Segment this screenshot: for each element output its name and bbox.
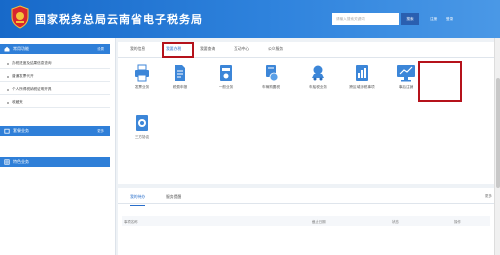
tab-my-todo[interactable]: 我的待办	[130, 194, 146, 206]
sidebar-settings-link[interactable]: 设置	[97, 44, 104, 54]
home-icon	[4, 46, 10, 52]
tile-tax-declaration[interactable]: 税费申报	[160, 64, 200, 98]
top-header: 国家税务总局云南省电子税务局 请输入搜索关键词 搜索 注册 登录	[0, 0, 500, 38]
sidebar-section-label: 特色业务	[13, 159, 29, 164]
more-link[interactable]: 更多	[485, 194, 492, 199]
tile-label: 发票业务	[134, 85, 150, 89]
tab-highlight-box	[162, 42, 194, 58]
page-scrollbar[interactable]	[494, 38, 500, 255]
login-link[interactable]: 登录	[446, 17, 453, 22]
column-header-item: 事项名称	[124, 220, 138, 224]
sidebar-item-tax-certificate[interactable]: 个人所得税纳税证明开具	[0, 83, 110, 95]
tax-emblem-icon	[11, 5, 29, 29]
tab-service-reminder[interactable]: 服务提醒	[166, 194, 181, 200]
tile-label: 跨区域涉税事项	[349, 85, 375, 89]
agreement-icon	[136, 115, 148, 131]
tile-label: 三方协议	[134, 135, 150, 139]
todo-table-header: 事项名称 截止日期 状态 操作	[122, 216, 490, 226]
grid-icon	[4, 159, 10, 165]
todo-panel: 我的待办 服务提醒 更多 事项名称 截止日期 状态 操作	[118, 188, 494, 255]
car-doc-icon	[266, 65, 279, 82]
tile-cross-region[interactable]: 跨区域涉税事项	[342, 64, 382, 98]
scrollbar-thumb[interactable]	[496, 78, 500, 188]
tile-invoice[interactable]: 发票业务	[122, 64, 162, 98]
tab-interaction[interactable]: 互动中心	[234, 46, 249, 52]
tab-public-service[interactable]: 公众服务	[268, 46, 283, 52]
service-panel: 我的信息 我要办税 我要查询 互动中心 公众服务 发票业务 税费申报 一般业务 …	[118, 42, 494, 184]
tile-label: 税费申报	[172, 85, 188, 89]
sidebar-section-special[interactable]: 特色业务	[0, 157, 110, 167]
document-icon	[175, 65, 185, 81]
tile-label: 车船税业务	[309, 85, 327, 89]
search-button[interactable]: 搜索	[401, 13, 419, 25]
package-icon	[4, 128, 10, 134]
sidebar-item-invoice[interactable]: 普通发票代开	[0, 70, 110, 82]
monitor-chart-icon	[397, 65, 415, 82]
todo-tabs: 我的待办 服务提醒 更多	[118, 188, 494, 206]
search-input[interactable]: 请输入搜索关键词	[332, 13, 399, 25]
tile-highlight-box	[418, 61, 462, 102]
tile-general[interactable]: 一般业务	[206, 64, 246, 98]
form-icon	[220, 65, 232, 81]
tab-my-info[interactable]: 我的信息	[130, 46, 145, 52]
sidebar-item-progress-query[interactable]: 办税进度及结果信息查询	[0, 57, 110, 69]
sidebar-section-label: 常用功能	[13, 46, 29, 51]
sidebar-more-link[interactable]: 更多	[97, 126, 104, 136]
tile-vessel-tax[interactable]: 车船税业务	[298, 64, 338, 98]
column-header-deadline: 截止日期	[312, 220, 326, 224]
main-content: 我的信息 我要办税 我要查询 互动中心 公众服务 发票业务 税费申报 一般业务 …	[116, 38, 500, 255]
column-header-action: 操作	[454, 220, 461, 224]
car-icon	[312, 65, 324, 81]
tile-label: 车辆购置税	[262, 85, 280, 89]
sidebar-item-favorites[interactable]: 收藏夹	[0, 96, 110, 108]
register-link[interactable]: 注册	[430, 17, 437, 22]
column-header-status: 状态	[392, 220, 399, 224]
sidebar-section-package[interactable]: 套餐业务 更多	[0, 126, 110, 136]
sidebar-section-common[interactable]: 常用功能 设置	[0, 44, 110, 54]
tab-query[interactable]: 我要查询	[200, 46, 215, 52]
tile-vehicle-purchase-tax[interactable]: 车辆购置税	[251, 64, 291, 98]
printer-icon	[135, 64, 149, 82]
site-title: 国家税务总局云南省电子税务局	[35, 13, 203, 26]
sidebar: 常用功能 设置 办税进度及结果信息查询 普通发票代开 个人所得税纳税证明开具 收…	[0, 38, 116, 255]
sidebar-section-label: 套餐业务	[13, 128, 29, 133]
tile-label: 一般业务	[218, 85, 234, 89]
report-icon	[356, 65, 368, 81]
tile-tripartite-agreement[interactable]: 三方协议	[122, 114, 162, 148]
